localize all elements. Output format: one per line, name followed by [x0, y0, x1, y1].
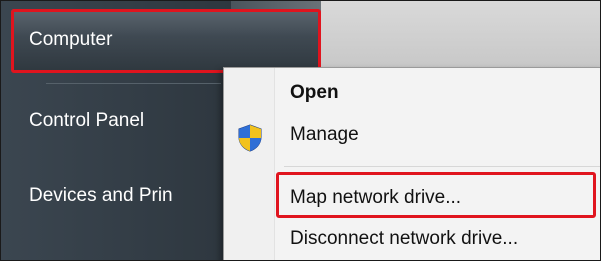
desktop-background — [319, 1, 600, 67]
uac-shield-icon — [238, 124, 262, 152]
menu-item-manage[interactable]: Manage — [290, 124, 359, 146]
context-menu: Open Manage Map network drive... Disconn… — [223, 67, 600, 260]
menu-separator — [284, 166, 600, 167]
map-network-drive-highlight-box — [276, 172, 596, 218]
menu-item-disconnect-network-drive[interactable]: Disconnect network drive... — [290, 228, 518, 250]
context-menu-icon-gutter — [224, 68, 275, 260]
menu-item-open[interactable]: Open — [290, 82, 339, 104]
screenshot-frame: Control Panel Devices and Prin Computer … — [0, 0, 601, 261]
computer-highlight-box — [11, 9, 321, 73]
devices-and-printers-item[interactable]: Devices and Prin — [29, 185, 173, 207]
start-menu-separator — [46, 83, 221, 84]
control-panel-item[interactable]: Control Panel — [29, 110, 144, 132]
